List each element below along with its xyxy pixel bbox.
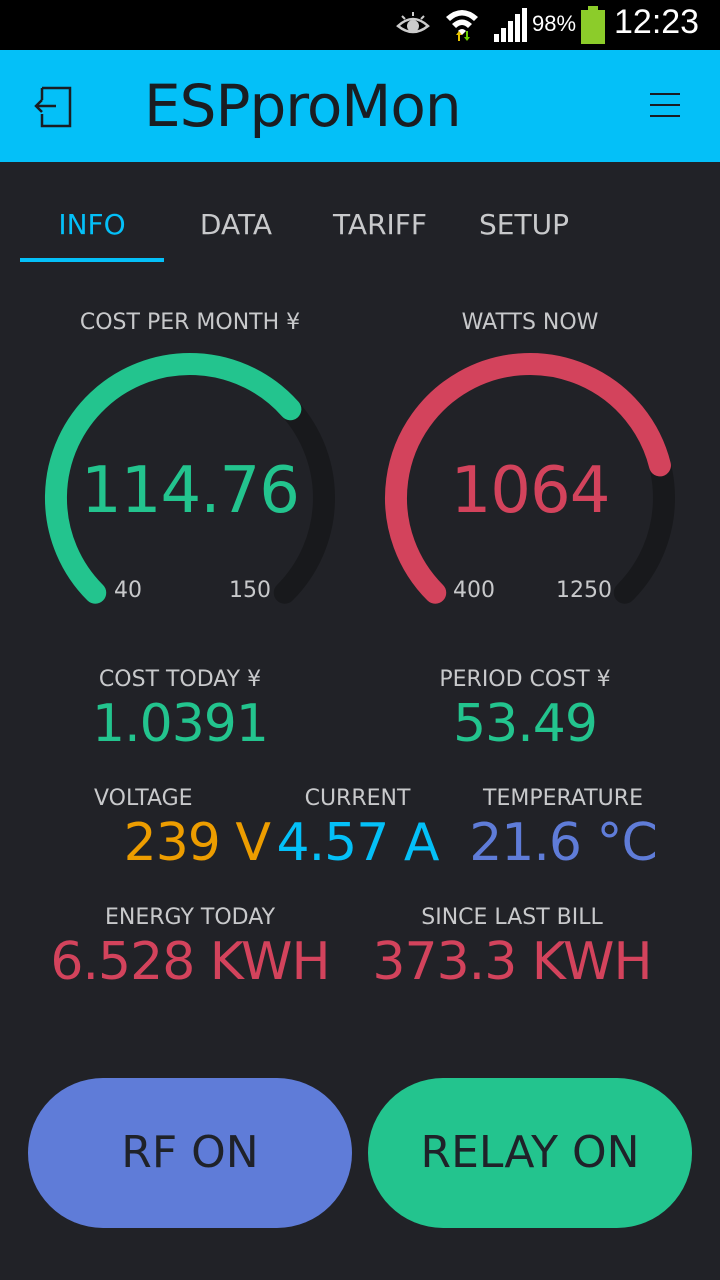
clock: 12:23 <box>614 3 700 41</box>
metric-label: ENERGY TODAY <box>104 905 276 930</box>
metric-label: SINCE LAST BILL <box>421 905 603 930</box>
gauge-min: 40 <box>114 578 142 603</box>
rf-on-button[interactable]: RF ON <box>28 1078 352 1228</box>
metric-value: 373.3 KWH <box>372 932 652 992</box>
energy-today: ENERGY TODAY 6.528 KWH <box>40 905 340 992</box>
relay-on-button[interactable]: RELAY ON <box>368 1078 692 1228</box>
signal-icon <box>494 8 528 46</box>
gauge-value: 114.76 <box>81 454 300 528</box>
gauge-value: 1064 <box>450 454 611 528</box>
metric-value: 6.528 KWH <box>50 932 330 992</box>
metric-label: CURRENT <box>304 786 411 811</box>
period-cost: PERIOD COST ¥ 53.49 <box>375 667 675 754</box>
gauge-label: COST PER MONTH ¥ <box>79 310 301 335</box>
app-bar: ESPproMon <box>0 50 720 162</box>
tab-bar: INFO DATA TARIFF SETUP <box>20 192 700 262</box>
tab-active-indicator <box>20 258 164 262</box>
metric-value: 1.0391 <box>92 694 269 754</box>
gauge-max: 150 <box>229 578 271 603</box>
tab-data[interactable]: DATA <box>164 192 308 258</box>
cost-per-month-gauge: COST PER MONTH ¥ 114.76 40 150 <box>40 310 340 620</box>
metric-value: 239 V <box>123 813 271 873</box>
metric-label: PERIOD COST ¥ <box>439 667 611 692</box>
wifi-icon <box>444 5 480 49</box>
exit-icon[interactable] <box>30 84 76 134</box>
gauge-label: WATTS NOW <box>461 310 599 335</box>
since-last-bill: SINCE LAST BILL 373.3 KWH <box>362 905 662 992</box>
status-bar: 98% 12:23 <box>0 0 720 50</box>
watts-now-gauge: WATTS NOW 1064 400 1250 <box>380 310 680 620</box>
hamburger-menu-icon[interactable] <box>648 90 682 124</box>
battery-icon <box>581 6 605 48</box>
metric-label: COST TODAY ¥ <box>98 667 262 692</box>
app-title: ESPproMon <box>144 72 462 140</box>
gauge-max: 1250 <box>556 578 612 603</box>
metric-label: TEMPERATURE <box>483 786 643 811</box>
battery-percentage: 98% <box>532 11 577 36</box>
cost-today: COST TODAY ¥ 1.0391 <box>30 667 330 754</box>
eye-icon <box>396 10 430 44</box>
tab-tariff[interactable]: TARIFF <box>308 192 452 258</box>
metric-label: VOLTAGE <box>94 786 193 811</box>
metric-value: 21.6 °C <box>469 813 658 873</box>
tab-info[interactable]: INFO <box>20 192 164 258</box>
metric-value: 53.49 <box>453 694 598 754</box>
tab-setup[interactable]: SETUP <box>452 192 596 258</box>
voltage: VOLTAGE 239 V <box>70 786 271 873</box>
current: CURRENT 4.57 A <box>270 786 445 873</box>
metric-value: 4.57 A <box>276 813 440 873</box>
gauge-min: 400 <box>453 578 495 603</box>
temperature: TEMPERATURE 21.6 °C <box>458 786 668 873</box>
